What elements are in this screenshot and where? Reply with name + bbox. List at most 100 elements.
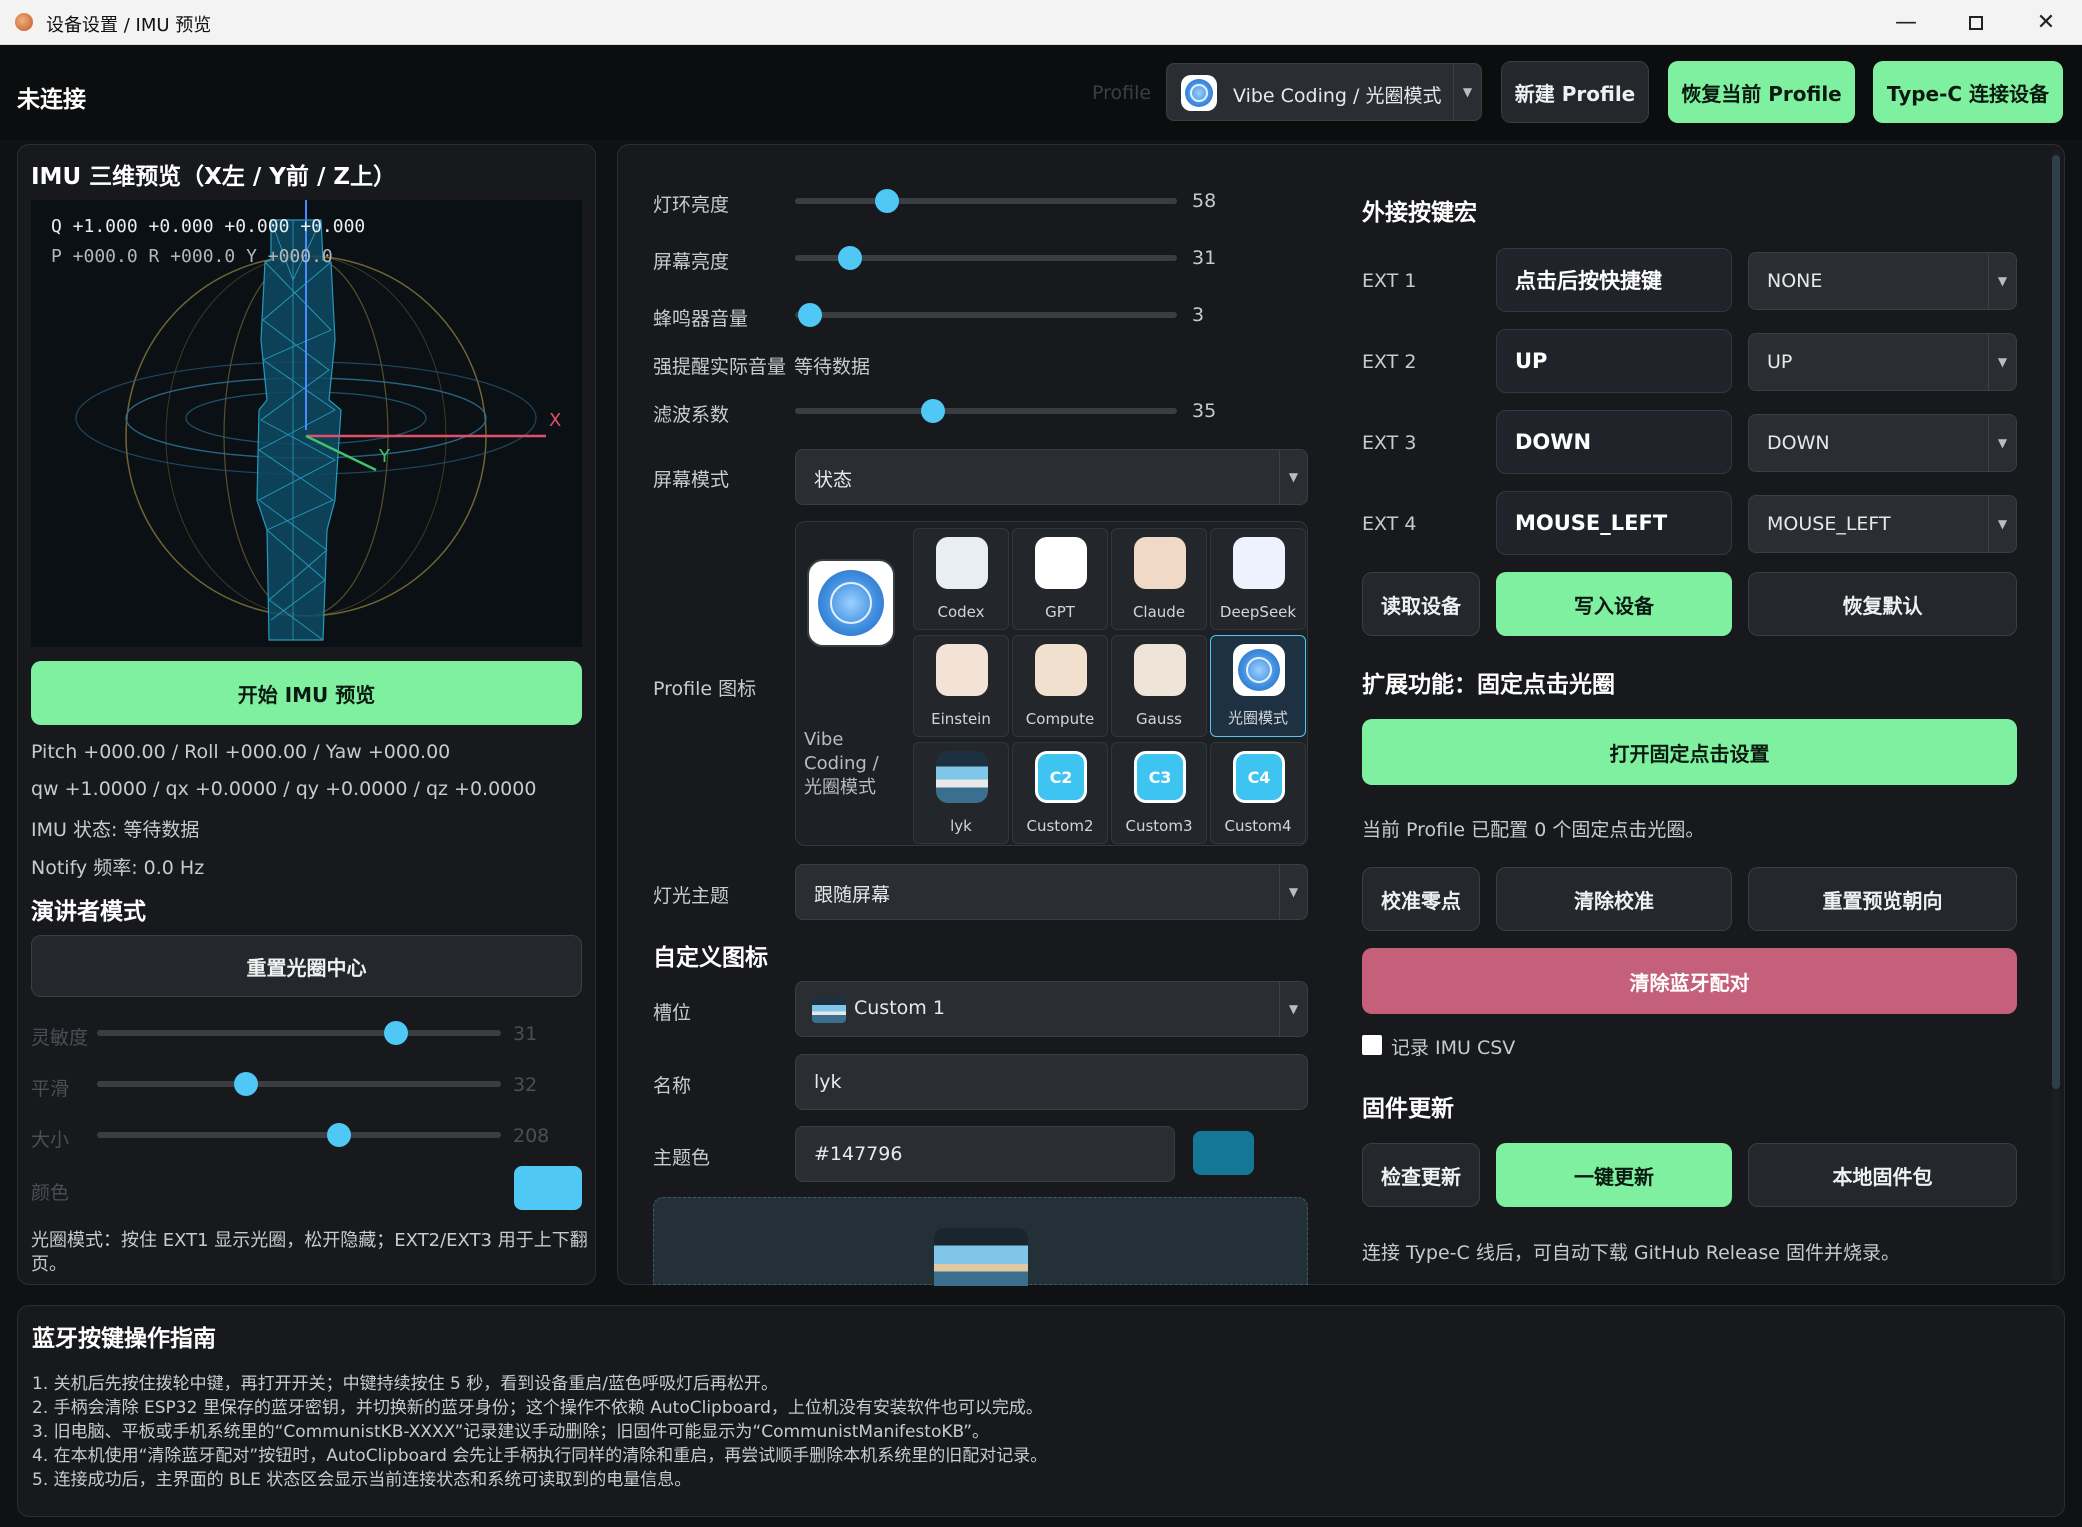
open-fixed-click-button[interactable]: 打开固定点击设置 — [1362, 719, 2017, 785]
icon-option-compute[interactable]: Compute — [1012, 635, 1108, 737]
ext1-key-button[interactable]: 点击后按快捷键 — [1496, 248, 1732, 312]
icon-option-gpt[interactable]: GPT — [1012, 528, 1108, 630]
ext4-key-button[interactable]: MOUSE_LEFT — [1496, 491, 1732, 555]
screen-brightness-slider[interactable] — [795, 245, 1177, 271]
slider-handle[interactable] — [798, 303, 823, 327]
filter-coefficient-slider[interactable] — [795, 398, 1177, 424]
start-imu-preview-button[interactable]: 开始 IMU 预览 — [31, 661, 582, 725]
theme-color-swatch[interactable] — [1193, 1131, 1254, 1175]
slider-handle[interactable] — [383, 1021, 408, 1045]
slider-handle[interactable] — [874, 189, 899, 213]
icon-option-custom2[interactable]: C2 Custom2 — [1012, 742, 1108, 844]
icon-option-label: Custom4 — [1224, 817, 1292, 835]
light-theme-label: 灯光主题 — [653, 885, 730, 907]
imu-3d-view[interactable]: Q +1.000 +0.000 +0.000 +0.000 P +000.0 R… — [31, 200, 582, 647]
icon-option-custom3[interactable]: C3 Custom3 — [1111, 742, 1207, 844]
ext4-action-select[interactable]: MOUSE_LEFT ▼ — [1748, 495, 2017, 553]
minimize-button[interactable]: — — [1871, 0, 1941, 45]
reset-halo-center-button[interactable]: 重置光圈中心 — [31, 935, 582, 997]
screen-brightness-value: 31 — [1192, 247, 1217, 269]
clear-calibration-button[interactable]: 清除校准 — [1496, 867, 1732, 931]
imu-title: IMU 三维预览（X左 / Y前 / Z上） — [31, 164, 397, 190]
fixed-click-title: 扩展功能：固定点击光圈 — [1362, 672, 1615, 698]
ext2-action-value: UP — [1767, 351, 1793, 373]
strong-remind-value: 等待数据 — [794, 356, 871, 378]
maximize-button[interactable] — [1941, 0, 2011, 45]
icon-preview-image — [934, 1228, 1028, 1286]
sensitivity-slider[interactable] — [97, 1020, 501, 1046]
new-profile-button[interactable]: 新建 Profile — [1501, 61, 1649, 123]
clear-bluetooth-pairing-button[interactable]: 清除蓝牙配对 — [1362, 948, 2017, 1014]
macros-title: 外接按键宏 — [1362, 200, 1477, 226]
light-theme-value: 跟随屏幕 — [814, 884, 891, 906]
slider-handle[interactable] — [234, 1072, 259, 1096]
smoothing-slider[interactable] — [97, 1071, 501, 1097]
icon-option-custom4[interactable]: C4 Custom4 — [1210, 742, 1306, 844]
dropdown-arrow-icon: ▼ — [1988, 496, 2016, 552]
one-click-update-button[interactable]: 一键更新 — [1496, 1143, 1732, 1207]
close-button[interactable]: ✕ — [2011, 0, 2081, 45]
smoothing-label: 平滑 — [31, 1078, 70, 1100]
strong-remind-label: 强提醒实际音量 — [653, 356, 787, 378]
icon-option-label: Einstein — [931, 710, 991, 728]
screen-mode-select[interactable]: 状态 ▼ — [795, 449, 1308, 505]
typec-connect-button[interactable]: Type-C 连接设备 — [1873, 61, 2063, 123]
settings-scrollbar-thumb[interactable] — [2052, 155, 2060, 1089]
size-value: 208 — [513, 1125, 550, 1147]
halo-color-swatch[interactable] — [514, 1166, 582, 1210]
lyk-image-icon — [936, 751, 988, 803]
ring-brightness-slider[interactable] — [795, 188, 1177, 214]
slider-handle[interactable] — [920, 399, 945, 423]
icon-option-lyk[interactable]: lyk — [913, 742, 1009, 844]
restore-default-button[interactable]: 恢复默认 — [1748, 572, 2017, 636]
ext3-label: EXT 3 — [1362, 432, 1417, 454]
reset-preview-orientation-button[interactable]: 重置预览朝向 — [1748, 867, 2017, 931]
dropdown-arrow-icon: ▼ — [1279, 865, 1307, 919]
ext1-action-select[interactable]: NONE ▼ — [1748, 252, 2017, 310]
dropdown-arrow-icon: ▼ — [1279, 982, 1307, 1036]
icon-option-gauss[interactable]: Gauss — [1111, 635, 1207, 737]
name-input[interactable]: lyk — [795, 1054, 1308, 1110]
local-firmware-button[interactable]: 本地固件包 — [1748, 1143, 2017, 1207]
record-imu-csv-checkbox[interactable] — [1362, 1035, 1382, 1055]
size-slider[interactable] — [97, 1122, 501, 1148]
restore-profile-button[interactable]: 恢复当前 Profile — [1668, 61, 1855, 123]
profile-label: Profile — [1092, 82, 1152, 104]
check-update-button[interactable]: 检查更新 — [1362, 1143, 1480, 1207]
buzzer-volume-label: 蜂鸣器音量 — [653, 308, 749, 330]
slot-select[interactable]: Custom 1 ▼ — [795, 981, 1308, 1037]
dropdown-arrow-icon: ▼ — [1453, 64, 1481, 120]
ext3-key-button[interactable]: DOWN — [1496, 410, 1732, 474]
read-device-button[interactable]: 读取设备 — [1362, 572, 1480, 636]
write-device-button[interactable]: 写入设备 — [1496, 572, 1732, 636]
icon-option-codex[interactable]: Codex — [913, 528, 1009, 630]
icon-option-halo-mode[interactable]: 光圈模式 — [1210, 635, 1306, 737]
profile-select[interactable]: Vibe Coding / 光圈模式 ▼ — [1166, 63, 1482, 121]
icon-preview-area — [653, 1197, 1308, 1286]
ext3-action-select[interactable]: DOWN ▼ — [1748, 414, 2017, 472]
icon-option-claude[interactable]: Claude — [1111, 528, 1207, 630]
theme-color-input[interactable]: #147796 — [795, 1126, 1175, 1182]
un-globe-icon — [1181, 75, 1217, 111]
window-title: 设备设置 / IMU 预览 — [46, 15, 212, 36]
profile-icon-grid: Vibe Coding / 光圈模式 Codex GPT Claude Deep… — [795, 521, 1308, 846]
slider-handle[interactable] — [838, 246, 863, 270]
icon-option-einstein[interactable]: Einstein — [913, 635, 1009, 737]
axis-x-label: X — [549, 410, 562, 431]
ext4-action-value: MOUSE_LEFT — [1767, 513, 1891, 535]
calibrate-zero-button[interactable]: 校准零点 — [1362, 867, 1480, 931]
light-theme-select[interactable]: 跟随屏幕 ▼ — [795, 864, 1308, 920]
notify-frequency: Notify 频率: 0.0 Hz — [31, 857, 205, 879]
presenter-mode-title: 演讲者模式 — [31, 899, 146, 925]
icon-option-label: Custom3 — [1125, 817, 1193, 835]
ext2-key-button[interactable]: UP — [1496, 329, 1732, 393]
buzzer-volume-slider[interactable] — [795, 302, 1177, 328]
ext2-action-select[interactable]: UP ▼ — [1748, 333, 2017, 391]
slot-label: 槽位 — [653, 1002, 692, 1024]
icon-option-deepseek[interactable]: DeepSeek — [1210, 528, 1306, 630]
profile-select-value: Vibe Coding / 光圈模式 — [1233, 85, 1442, 107]
dropdown-arrow-icon: ▼ — [1988, 253, 2016, 309]
slider-handle[interactable] — [327, 1123, 352, 1147]
custom-icon-badge: C3 — [1148, 767, 1172, 787]
ext4-label: EXT 4 — [1362, 513, 1417, 535]
